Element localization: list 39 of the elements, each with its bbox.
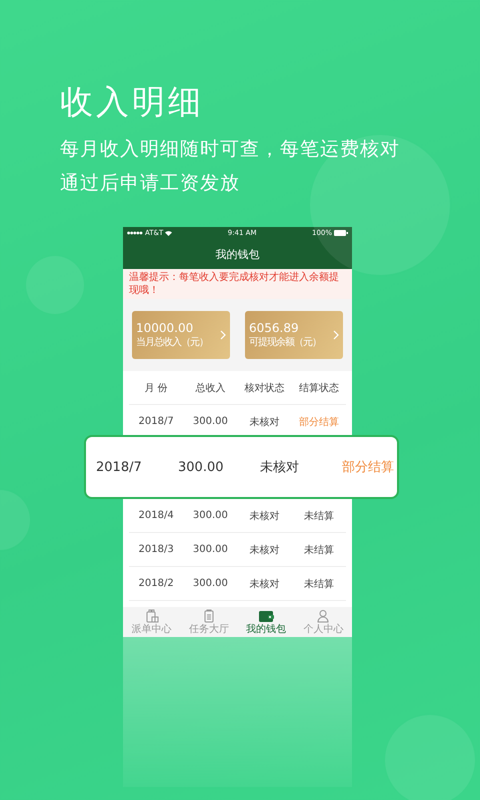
table-cell: 300.00 [192, 416, 228, 427]
table-cell: 2018/7 [96, 460, 142, 474]
column-header: 核对状态 [244, 382, 285, 394]
card-amount: 10000.00 [136, 321, 194, 335]
table-cell-text: 未核对 [250, 416, 280, 428]
column-header: 结算状态 [298, 382, 339, 394]
settle-status: 未结算 [304, 510, 334, 522]
headline-title: 收入明细 [60, 81, 205, 123]
nav-tab[interactable]: 任务大厅 [180, 607, 238, 637]
table-cell-text: 未核对 [250, 510, 280, 522]
card-amount: 6056.89 [249, 321, 300, 335]
balance-card[interactable]: 10000.00 当月总收入（元） [132, 311, 230, 359]
nav-tab[interactable]: 我的钱包 [238, 607, 295, 637]
table-cell: 2018/2 [138, 578, 174, 589]
table-cell: 2018/3 [138, 544, 174, 555]
balance-card[interactable]: 6056.89 可提现余额（元） [245, 311, 343, 359]
table-cell-text: 未核对 [260, 459, 299, 476]
table-cell: 300.00 [192, 544, 228, 555]
card-label: 可提现余额（元） [249, 336, 321, 349]
settle-status: 部分结算 [342, 459, 394, 476]
notice-text: 温馨提示：每笔收入要完成核对才能进入余额提现哦！ [123, 269, 352, 299]
table-cell: 300.00 [178, 460, 224, 474]
table-cell: 2018/7 [138, 416, 174, 427]
card-label: 当月总收入（元） [136, 336, 208, 349]
settle-status: 部分结算 [298, 416, 339, 428]
nav-tab[interactable]: 个人中心 [294, 607, 352, 637]
table-cell: 2018/4 [138, 510, 174, 521]
column-header: 月 份 [144, 382, 168, 394]
table-cell: 300.00 [192, 578, 228, 589]
nav-title: 我的钱包 [216, 246, 260, 262]
table-cell: 300.00 [192, 510, 228, 521]
headline-text: 通过后申请工资发放 [60, 171, 240, 196]
settle-status: 未结算 [304, 578, 334, 590]
table-cell-text: 未核对 [250, 578, 280, 590]
headline-text: 每月收入明细随时可查，每笔运费核对 [60, 137, 400, 162]
settle-status: 未结算 [304, 544, 334, 556]
column-header: 总收入 [195, 382, 226, 394]
table-cell-text: 未核对 [250, 544, 280, 556]
nav-tab[interactable]: 派单中心 [123, 607, 180, 637]
